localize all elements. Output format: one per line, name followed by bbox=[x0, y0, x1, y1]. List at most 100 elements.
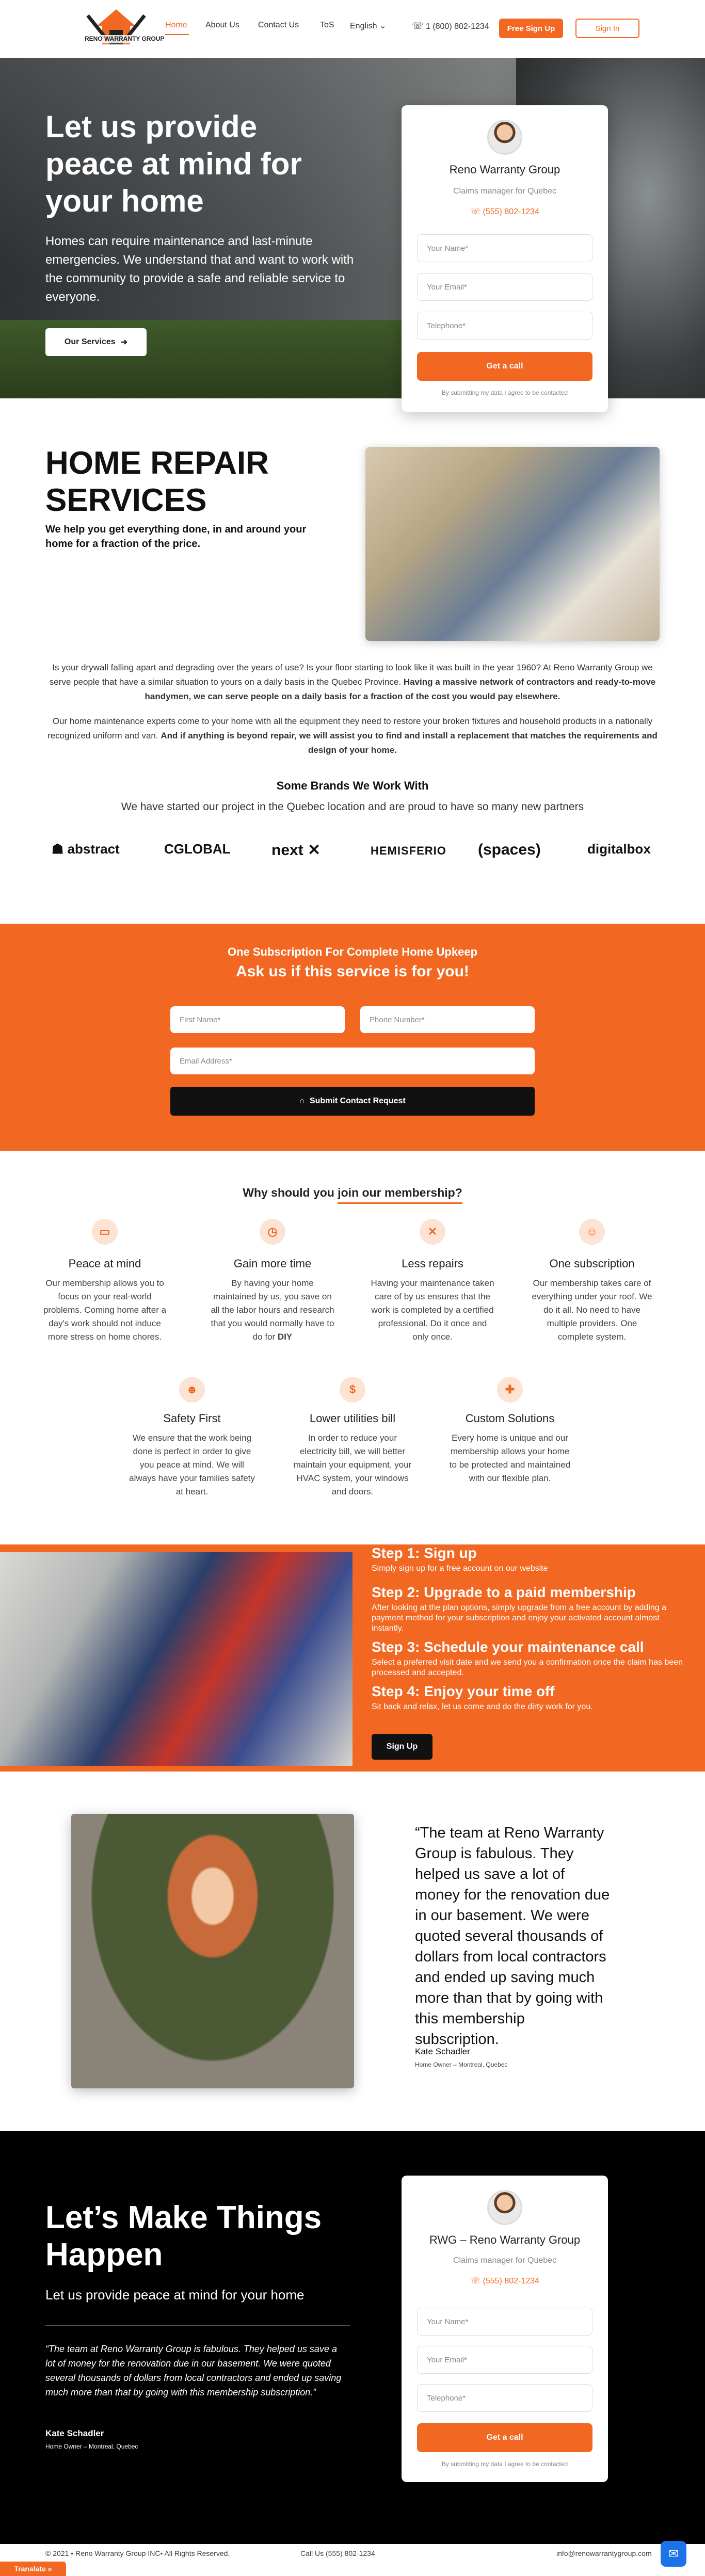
cta-author: Kate Schadler bbox=[45, 2428, 104, 2438]
feature-title-repairs: Less repairs bbox=[402, 1257, 463, 1270]
feature-title-peace: Peace at mind bbox=[68, 1257, 141, 1270]
feature-text-custom: Every home is unique and our membership … bbox=[449, 1433, 571, 1483]
cta-contact-card: RWG – Reno Warranty Group Claims manager… bbox=[402, 2176, 608, 2482]
our-services-button[interactable]: Our Services ➜ bbox=[45, 328, 147, 356]
feature-text-time-body: By having your home maintained by us, yo… bbox=[211, 1278, 334, 1342]
testimonial-location: Home Owner – Montreal, Quebec bbox=[415, 2061, 508, 2068]
step-3-text: Select a preferred visit date and we sen… bbox=[372, 1658, 683, 1677]
features-title-lead: Why should you bbox=[243, 1186, 338, 1199]
cta-agent-phone[interactable]: ☏ (555) 802-1234 bbox=[402, 2276, 608, 2286]
cta-location: Home Owner – Montreal, Quebec bbox=[45, 2443, 138, 2450]
puzzle-icon: ✚ bbox=[497, 1377, 523, 1403]
agent-phone[interactable]: ☏ (555) 802-1234 bbox=[402, 206, 608, 217]
chat-icon[interactable]: ✉ bbox=[661, 2541, 686, 2567]
hero-title: Let us provide peace at mind for your ho… bbox=[45, 109, 302, 218]
cta-agent-role: Claims manager for Quebec bbox=[453, 2256, 557, 2265]
first-name-input[interactable]: First Name* bbox=[170, 1006, 345, 1033]
cta-title: Let’s Make Things Happen bbox=[45, 2200, 322, 2273]
feature-text-time: By having your home maintained by us, yo… bbox=[209, 1277, 336, 1344]
submit-contact-button[interactable]: ⌂ Submit Contact Request bbox=[170, 1087, 535, 1116]
brand-hemisferio: HEMISFERIO bbox=[371, 844, 446, 857]
footer-copyright: © 2021 • Reno Warranty Group INC• All Ri… bbox=[45, 2549, 230, 2557]
cta-name-input[interactable]: Your Name* bbox=[417, 2308, 592, 2336]
nav-tos[interactable]: ToS bbox=[320, 21, 334, 30]
cta-agent-avatar bbox=[487, 2190, 522, 2225]
phone-icon: ☏ bbox=[412, 21, 424, 31]
agent-phone-number: (555) 802-1234 bbox=[483, 207, 539, 216]
logo-text: RENO WARRANTY GROUP bbox=[85, 35, 165, 42]
free-signup-button[interactable]: Free Sign Up bbox=[499, 19, 563, 38]
brand-cglobal: CGLOBAL bbox=[164, 841, 231, 857]
brand-digitalbox: digitalbox bbox=[587, 841, 651, 857]
phone-input[interactable]: Telephone* bbox=[417, 312, 592, 340]
step-3-title: Step 3: Schedule your maintenance call bbox=[372, 1639, 644, 1655]
nav-language[interactable]: English ⌄ bbox=[350, 21, 386, 31]
nav-about[interactable]: About Us bbox=[205, 21, 239, 30]
services-paragraph-2: Our home maintenance experts come to you… bbox=[45, 714, 660, 758]
feature-title-utilities: Lower utilities bill bbox=[309, 1412, 396, 1425]
email-address-input[interactable]: Email Address* bbox=[170, 1048, 535, 1074]
feature-title-subscription: One subscription bbox=[549, 1257, 635, 1270]
header-phone-number: 1 (800) 802-1234 bbox=[425, 22, 489, 31]
subscribe-kicker: One Subscription For Complete Home Upkee… bbox=[227, 945, 478, 958]
feature-text-safety: We ensure that the work being done is pe… bbox=[129, 1433, 255, 1496]
translate-button[interactable]: Translate » bbox=[0, 2562, 66, 2576]
company-logo[interactable]: RENO WARRANTY GROUP bbox=[77, 5, 164, 54]
nav-contact[interactable]: Contact Us bbox=[258, 21, 299, 30]
header-phone[interactable]: ☏ 1 (800) 802-1234 bbox=[412, 21, 489, 31]
home-icon: ⌂ bbox=[299, 1097, 305, 1105]
brand-abstract: ☗ abstract bbox=[52, 841, 120, 857]
services-paragraph-1: Is your drywall falling apart and degrad… bbox=[45, 661, 660, 704]
users-icon: ☺ bbox=[579, 1219, 605, 1245]
testimonial-quote: “The team at Reno Warranty Group is fabu… bbox=[415, 1825, 610, 2048]
feature-text-repairs: Having your maintenance taken care of by… bbox=[371, 1278, 494, 1342]
feature-text-utilities: In order to reduce your electricity bill… bbox=[293, 1433, 412, 1496]
email-input[interactable]: Your Email* bbox=[417, 273, 592, 301]
roof-repair-image bbox=[365, 447, 660, 641]
services-paragraph-2-bold: And if anything is beyond repair, we wil… bbox=[161, 731, 658, 755]
footer-email[interactable]: info@renowarrantygroup.com bbox=[556, 2549, 652, 2557]
step-2-title: Step 2: Upgrade to a paid membership bbox=[372, 1584, 636, 1600]
dollar-icon: $ bbox=[340, 1377, 365, 1403]
step-1-title: Step 1: Sign up bbox=[372, 1545, 477, 1561]
footer-call[interactable]: Call Us (555) 802-1234 bbox=[300, 2549, 375, 2557]
brand-abstract-name: abstract bbox=[67, 841, 120, 857]
feature-text-time-bold: DIY bbox=[277, 1332, 293, 1342]
name-input[interactable]: Your Name* bbox=[417, 234, 592, 262]
arrow-right-icon: ➜ bbox=[120, 338, 128, 347]
cta-divider bbox=[45, 2325, 350, 2326]
cta-agent-name: RWG – Reno Warranty Group bbox=[429, 2233, 581, 2246]
feature-title-time: Gain more time bbox=[233, 1257, 312, 1270]
services-title: HOME REPAIR SERVICES bbox=[45, 445, 269, 518]
phone-icon: ☏ bbox=[470, 2277, 481, 2285]
features-title-highlight: join our membership? bbox=[338, 1186, 462, 1204]
brands-subtitle: We have started our project in the Quebe… bbox=[121, 801, 584, 813]
hero-text: Homes can require maintenance and last-m… bbox=[45, 234, 354, 304]
get-a-call-button[interactable]: Get a call bbox=[417, 352, 592, 381]
services-subtitle: We help you get everything done, in and … bbox=[45, 524, 307, 550]
phone-number-input[interactable]: Phone Number* bbox=[360, 1006, 535, 1033]
cta-quote: “The team at Reno Warranty Group is fabu… bbox=[45, 2344, 342, 2397]
signin-button[interactable]: Sign In bbox=[575, 19, 639, 38]
feature-title-safety: Safety First bbox=[163, 1412, 221, 1425]
features-title: Why should you join our membership? bbox=[0, 1186, 705, 1204]
cta-agent-phone-number: (555) 802-1234 bbox=[483, 2277, 539, 2285]
brand-next-mark: ✕ bbox=[303, 842, 321, 859]
hero-contact-card: Reno Warranty Group Claims manager for Q… bbox=[402, 105, 608, 412]
our-services-label: Our Services bbox=[64, 337, 116, 346]
step-4-text: Sit back and relax, let us come and do t… bbox=[372, 1702, 593, 1711]
nav-home[interactable]: Home bbox=[165, 21, 187, 30]
subscribe-title: Ask us if this service is for you! bbox=[236, 963, 469, 980]
testimonial-author: Kate Schadler bbox=[415, 2047, 470, 2056]
cta-subtitle: Let us provide peace at mind for your ho… bbox=[45, 2287, 305, 2303]
feature-title-custom: Custom Solutions bbox=[465, 1412, 555, 1425]
agent-avatar bbox=[487, 120, 522, 155]
tools-icon: ✕ bbox=[420, 1219, 445, 1245]
language-label: English bbox=[350, 22, 377, 30]
cta-phone-input[interactable]: Telephone* bbox=[417, 2384, 592, 2412]
chevron-down-icon: ⌄ bbox=[379, 22, 387, 30]
cta-email-input[interactable]: Your Email* bbox=[417, 2346, 592, 2374]
steps-signup-button[interactable]: Sign Up bbox=[372, 1734, 432, 1760]
brands-title: Some Brands We Work With bbox=[276, 779, 429, 792]
cta-get-a-call-button[interactable]: Get a call bbox=[417, 2423, 592, 2452]
